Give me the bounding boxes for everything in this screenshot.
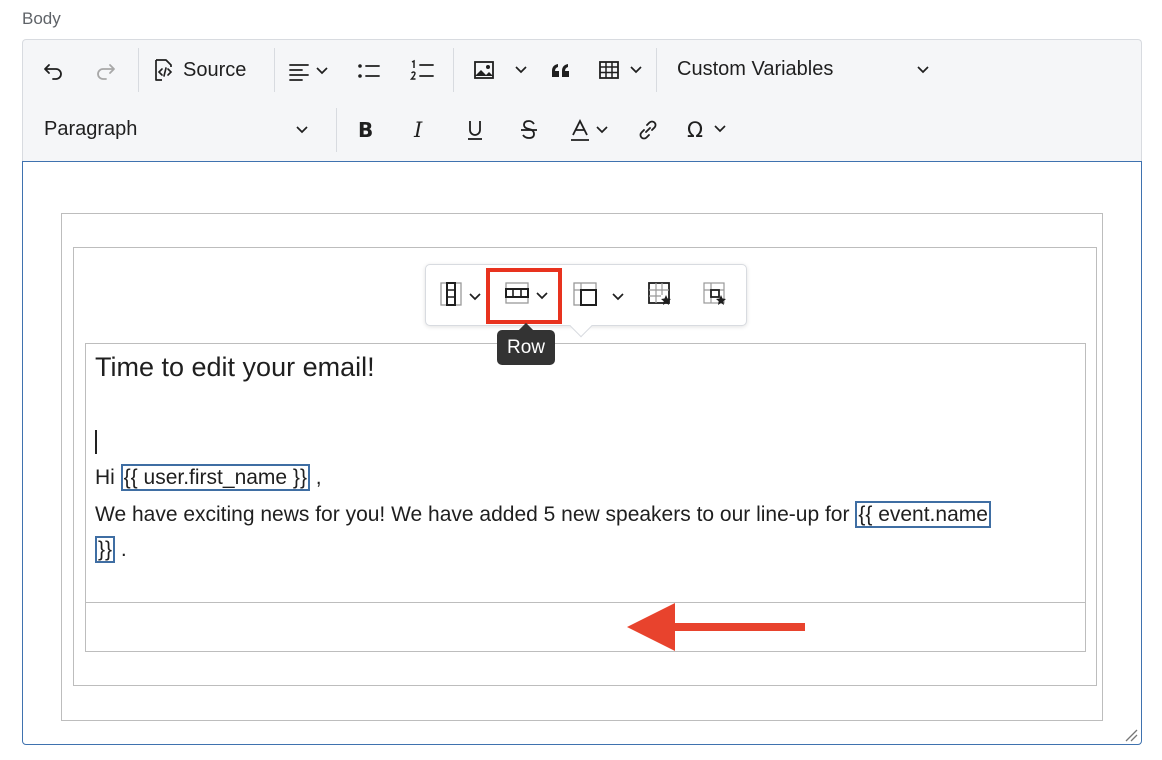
font-color-icon <box>570 118 590 142</box>
chevron-down-icon <box>296 125 309 134</box>
merge-cells-dropdown[interactable] <box>572 281 624 312</box>
custom-variables-dropdown[interactable]: Custom Variables <box>677 58 929 81</box>
special-characters-icon: Ω <box>686 118 708 140</box>
greeting-line: Hi {{ user.first_name }} , <box>95 464 322 491</box>
special-characters-dropdown[interactable]: Ω <box>686 118 726 140</box>
greeting-suffix: , <box>309 466 322 489</box>
toolbar-separator <box>453 48 454 92</box>
paragraph-label: Paragraph <box>44 118 138 140</box>
font-color-dropdown[interactable] <box>570 118 608 142</box>
source-button[interactable]: Source <box>153 57 246 83</box>
body-field-label: Body <box>22 9 61 28</box>
heading-dropdown[interactable]: Paragraph <box>44 118 309 141</box>
editor-content-area[interactable]: Time to edit your email! Hi {{ user.firs… <box>22 161 1142 745</box>
chevron-down-icon <box>612 292 624 301</box>
undo-icon <box>42 60 64 82</box>
bulleted-list-icon <box>357 60 381 82</box>
table-cell[interactable]: Time to edit your email! Hi {{ user.firs… <box>85 343 1086 603</box>
red-arrow-annotation <box>627 603 807 660</box>
body-line: We have exciting news for you! We have a… <box>95 501 991 528</box>
chevron-down-icon <box>630 66 642 74</box>
insert-image-dropdown[interactable] <box>473 59 527 81</box>
row-tooltip: Row <box>497 330 555 365</box>
source-icon <box>153 57 177 83</box>
table-column-dropdown[interactable] <box>439 281 481 312</box>
user-first-name-variable[interactable]: {{ user.first_name }} <box>120 464 310 491</box>
table-column-icon <box>439 281 463 312</box>
text-caret <box>95 430 97 454</box>
underline-button[interactable] <box>466 118 484 142</box>
rich-text-editor: Source Custom Variables Paragraph B I Ω … <box>22 39 1142 745</box>
bold-button[interactable]: B <box>357 118 375 140</box>
chevron-down-icon <box>596 126 608 134</box>
link-icon <box>637 119 659 141</box>
block-quote-icon <box>550 61 572 81</box>
redo-button[interactable] <box>95 60 117 82</box>
alignment-dropdown[interactable] <box>288 60 328 82</box>
greeting-prefix: Hi <box>95 466 121 489</box>
insert-table-dropdown[interactable] <box>598 59 642 81</box>
bold-icon: B <box>357 118 375 140</box>
body-suffix: . <box>115 538 127 561</box>
cell-properties-icon <box>702 281 728 312</box>
chevron-down-icon <box>714 125 726 133</box>
toolbar-separator <box>274 48 275 92</box>
table-icon <box>598 59 620 81</box>
image-icon <box>473 59 495 81</box>
editor-toolbar: Source Custom Variables Paragraph B I Ω <box>22 39 1142 162</box>
source-label: Source <box>183 58 247 81</box>
undo-button[interactable] <box>42 60 64 82</box>
link-button[interactable] <box>637 119 659 141</box>
italic-button[interactable]: I <box>412 118 428 140</box>
numbered-list-icon <box>410 59 434 83</box>
toolbar-separator <box>656 48 657 92</box>
body-line-continued: }} . <box>95 536 127 563</box>
cell-properties-button[interactable] <box>702 281 728 312</box>
table-properties-button[interactable] <box>647 281 673 312</box>
block-quote-button[interactable] <box>550 61 572 81</box>
table-contextual-toolbar <box>425 264 747 338</box>
table-cell-empty[interactable] <box>85 602 1086 652</box>
strikethrough-icon <box>519 118 539 142</box>
body-text: We have exciting news for you! We have a… <box>95 503 856 526</box>
redo-icon <box>95 60 117 82</box>
toolbar-separator <box>138 48 139 92</box>
bulleted-list-button[interactable] <box>357 60 381 82</box>
align-left-icon <box>288 60 310 82</box>
toolbar-separator <box>336 108 337 152</box>
svg-text:I: I <box>413 118 423 140</box>
chevron-down-icon <box>469 292 481 301</box>
strikethrough-button[interactable] <box>519 118 539 142</box>
custom-variables-label: Custom Variables <box>677 58 834 80</box>
italic-icon: I <box>412 118 428 140</box>
numbered-list-button[interactable] <box>410 59 434 83</box>
table-properties-icon <box>647 281 673 312</box>
email-heading: Time to edit your email! <box>95 352 375 382</box>
event-name-variable-end[interactable]: }} <box>95 536 116 563</box>
chevron-down-icon <box>515 66 527 74</box>
chevron-down-icon <box>917 65 929 74</box>
chevron-down-icon <box>316 67 328 75</box>
event-name-variable[interactable]: {{ event.name <box>855 501 991 528</box>
merge-cells-icon <box>572 281 598 312</box>
resize-handle-icon[interactable] <box>1124 728 1138 747</box>
row-button-highlight <box>486 268 562 324</box>
underline-icon <box>466 118 484 142</box>
svg-text:B: B <box>358 118 373 140</box>
svg-text:Ω: Ω <box>687 118 703 140</box>
